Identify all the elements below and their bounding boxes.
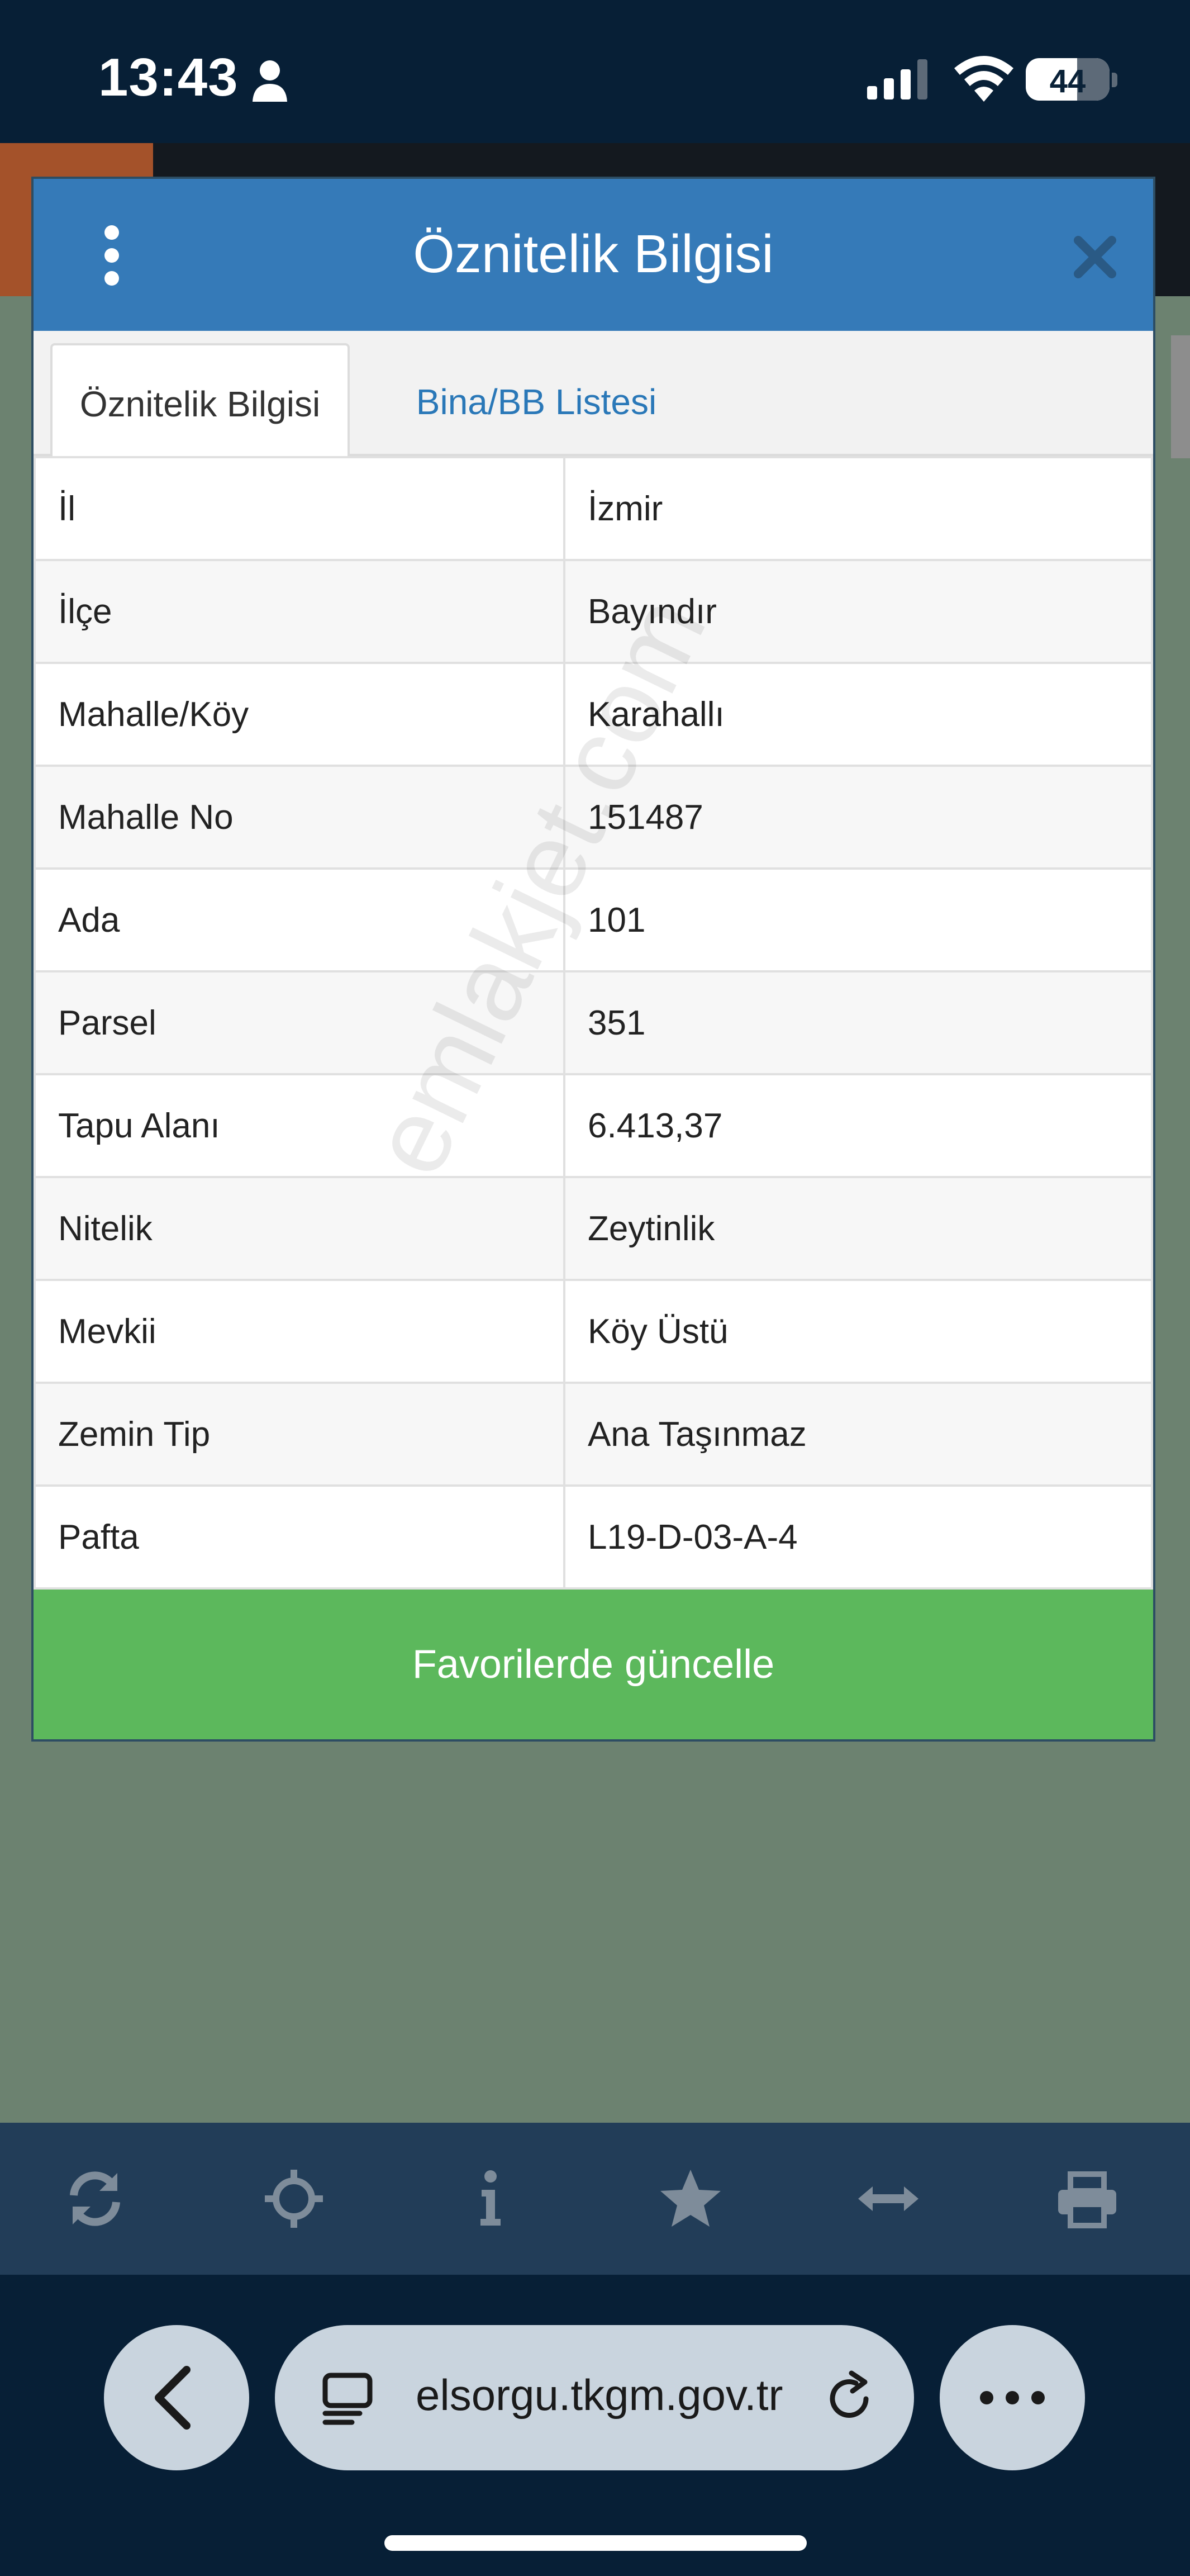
- print-button[interactable]: [1054, 2165, 1121, 2232]
- row-value: Ana Taşınmaz: [563, 1382, 1153, 1487]
- refresh-icon: [70, 2171, 120, 2226]
- row-value: L19-D-03-A-4: [563, 1484, 1153, 1590]
- map-scrollbar[interactable]: [1171, 335, 1190, 458]
- info-button[interactable]: [457, 2165, 524, 2232]
- row-key: Mevkii: [34, 1279, 565, 1384]
- favorites-button[interactable]: [657, 2165, 724, 2232]
- more-horizontal-icon: [980, 2391, 1045, 2404]
- table-row: Mevkii Köy Üstü: [34, 1279, 1153, 1384]
- row-value: 351: [563, 970, 1153, 1075]
- dialog-header: Öznitelik Bilgisi: [34, 179, 1153, 331]
- tab-label: Öznitelik Bilgisi: [79, 384, 321, 424]
- tab-attribute-info[interactable]: Öznitelik Bilgisi: [50, 343, 350, 458]
- table-row: Zemin Tip Ana Taşınmaz: [34, 1382, 1153, 1487]
- tab-bar: Öznitelik Bilgisi Bina/BB Listesi: [34, 331, 1153, 458]
- refresh-button[interactable]: [61, 2165, 128, 2232]
- more-button[interactable]: [940, 2325, 1085, 2470]
- signal-icon: [867, 59, 927, 99]
- star-icon: [660, 2170, 721, 2227]
- browser-bar: elsorgu.tkgm.gov.tr: [0, 2275, 1190, 2576]
- person-icon: [253, 60, 287, 102]
- table-row: Pafta L19-D-03-A-4: [34, 1484, 1153, 1590]
- status-time: 13:43: [98, 48, 239, 107]
- battery-tip: [1112, 73, 1117, 87]
- update-favorites-button[interactable]: Favorilerde güncelle: [34, 1590, 1153, 1739]
- page-menu-icon[interactable]: [321, 2370, 377, 2426]
- address-bar[interactable]: elsorgu.tkgm.gov.tr: [275, 2325, 914, 2470]
- table-row: Nitelik Zeytinlik: [34, 1176, 1153, 1281]
- home-indicator[interactable]: [384, 2535, 807, 2551]
- reload-icon[interactable]: [822, 2370, 878, 2426]
- row-value: İzmir: [563, 456, 1153, 561]
- status-bar: 13:43 44: [0, 0, 1190, 143]
- row-key: Mahalle No: [34, 765, 565, 870]
- row-value: Zeytinlik: [563, 1176, 1153, 1281]
- row-key: Nitelik: [34, 1176, 565, 1281]
- map-toolbar: [0, 2123, 1190, 2275]
- battery-indicator: 44: [1026, 58, 1110, 101]
- table-row: İl İzmir: [34, 456, 1153, 561]
- crosshair-icon: [265, 2170, 323, 2228]
- wifi-icon: [954, 56, 1013, 102]
- row-key: Pafta: [34, 1484, 565, 1590]
- close-icon[interactable]: [1073, 235, 1117, 279]
- row-key: İl: [34, 456, 565, 561]
- row-value: Köy Üstü: [563, 1279, 1153, 1384]
- row-key: Zemin Tip: [34, 1382, 565, 1487]
- row-value: 101: [563, 867, 1153, 972]
- measure-button[interactable]: [855, 2165, 922, 2232]
- table-row: Tapu Alanı 6.413,37: [34, 1073, 1153, 1178]
- tab-building-list[interactable]: Bina/BB Listesi: [380, 343, 693, 458]
- info-icon: [480, 2170, 501, 2226]
- table-row: Parsel 351: [34, 970, 1153, 1075]
- row-key: Mahalle/Köy: [34, 662, 565, 767]
- row-value: 6.413,37: [563, 1073, 1153, 1178]
- attribute-table: İl İzmir İlçe Bayındır Mahalle/Köy Karahall…: [34, 456, 1153, 1590]
- row-key: İlçe: [34, 559, 565, 664]
- locate-button[interactable]: [260, 2165, 327, 2232]
- back-button[interactable]: [104, 2325, 249, 2470]
- dialog-title: Öznitelik Bilgisi: [413, 224, 774, 284]
- chevron-left-icon: [155, 2366, 191, 2430]
- url-text: elsorgu.tkgm.gov.tr: [416, 2370, 783, 2420]
- attribute-dialog: Öznitelik Bilgisi Öznitelik Bilgisi Bina…: [31, 177, 1155, 1742]
- tab-label: Bina/BB Listesi: [416, 382, 657, 422]
- measure-icon: [858, 2186, 918, 2211]
- print-icon: [1058, 2171, 1116, 2228]
- battery-level: 44: [1049, 63, 1086, 99]
